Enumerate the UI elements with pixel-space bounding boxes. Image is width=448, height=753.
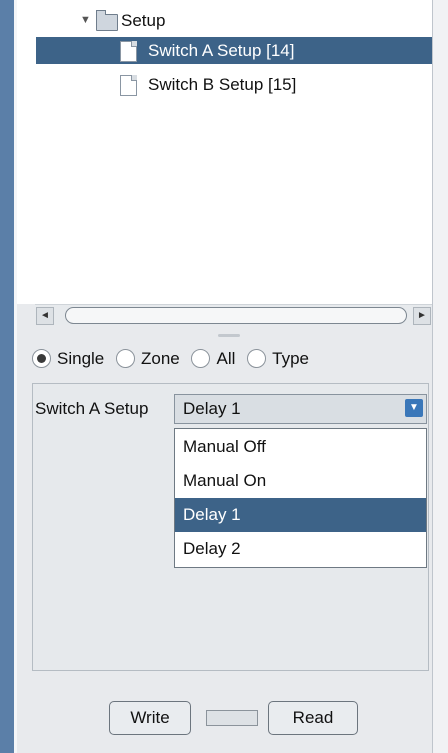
dropdown-option-manual-off[interactable]: Manual Off bbox=[175, 430, 426, 464]
dropdown-option-delay-1[interactable]: Delay 1 bbox=[175, 498, 426, 532]
window-right-border bbox=[432, 0, 448, 753]
tree-item-switch-b-setup[interactable]: Switch B Setup [15] bbox=[36, 71, 432, 98]
switch-setup-combobox[interactable]: Delay 1 ▼ bbox=[174, 394, 427, 424]
read-button[interactable]: Read bbox=[268, 701, 358, 735]
selection-mode-radio-group: Single Zone All Type bbox=[32, 343, 316, 373]
scroll-left-arrow-icon[interactable]: ◄ bbox=[36, 307, 54, 325]
dropdown-option-delay-2[interactable]: Delay 2 bbox=[175, 532, 426, 566]
tree-folder-setup[interactable]: ▼ Setup bbox=[17, 7, 432, 34]
folder-icon bbox=[96, 10, 118, 31]
radio-type[interactable] bbox=[247, 349, 267, 369]
tree-item-switch-a-setup[interactable]: Switch A Setup [14] bbox=[36, 37, 432, 64]
dropdown-option-manual-on[interactable]: Manual On bbox=[175, 464, 426, 498]
expand-arrow-icon[interactable]: ▼ bbox=[80, 7, 91, 34]
tree-item-label: Switch B Setup [15] bbox=[148, 75, 297, 94]
switch-setup-dropdown-list[interactable]: Manual Off Manual On Delay 1 Delay 2 bbox=[174, 428, 427, 568]
combobox-selected-value: Delay 1 bbox=[183, 399, 241, 418]
document-icon bbox=[120, 75, 137, 96]
radio-label-zone: Zone bbox=[141, 348, 180, 368]
scroll-right-arrow-icon[interactable]: ► bbox=[413, 307, 431, 325]
status-indicator bbox=[206, 710, 258, 726]
window-left-border bbox=[0, 0, 14, 753]
tree-view[interactable]: ▼ Setup Switch A Setup [14] Switch B Set… bbox=[17, 0, 432, 304]
radio-all[interactable] bbox=[191, 349, 211, 369]
radio-zone[interactable] bbox=[116, 349, 135, 369]
splitter-grip[interactable] bbox=[218, 334, 240, 337]
scroll-thumb[interactable] bbox=[65, 307, 407, 324]
radio-label-single: Single bbox=[57, 348, 105, 368]
radio-single[interactable] bbox=[32, 349, 51, 369]
switch-setup-label: Switch A Setup bbox=[35, 399, 149, 418]
document-icon bbox=[120, 41, 137, 62]
horizontal-scrollbar[interactable]: ◄ ► bbox=[35, 304, 432, 325]
radio-label-all: All bbox=[216, 348, 236, 368]
write-button[interactable]: Write bbox=[109, 701, 191, 735]
tree-folder-label: Setup bbox=[121, 11, 166, 30]
dropdown-arrow-icon[interactable]: ▼ bbox=[405, 399, 423, 417]
radio-label-type: Type bbox=[272, 348, 309, 368]
tree-item-label: Switch A Setup [14] bbox=[148, 41, 295, 60]
